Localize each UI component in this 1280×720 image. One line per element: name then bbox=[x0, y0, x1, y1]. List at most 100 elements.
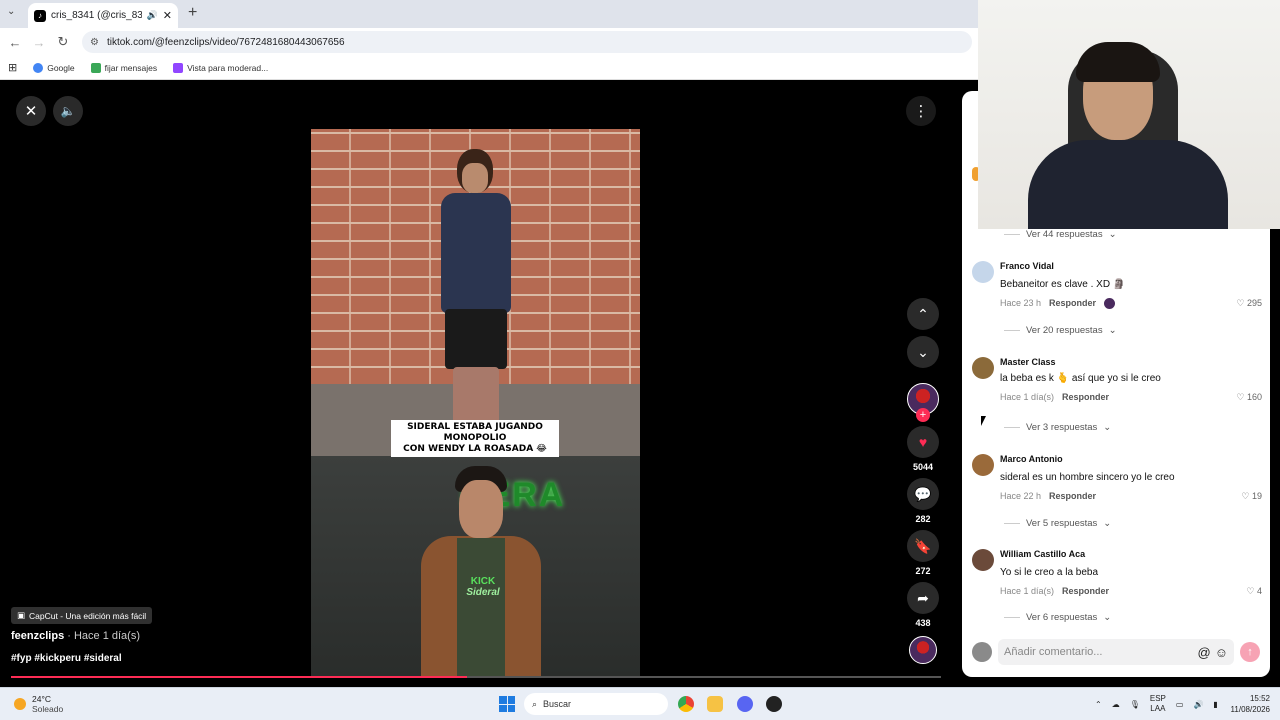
weather-widget[interactable]: 24°C Soleado bbox=[14, 694, 63, 714]
close-video-button[interactable]: ✕ bbox=[16, 96, 46, 126]
twitch-icon bbox=[173, 62, 184, 73]
bookmark-google[interactable]: Google bbox=[33, 62, 75, 73]
save-button[interactable]: 🔖 272 bbox=[906, 530, 940, 576]
like-button[interactable]: ♥ 5044 bbox=[906, 426, 940, 472]
capcut-anchor[interactable]: ▣ CapCut - Una edición más fácil bbox=[11, 607, 153, 624]
heart-outline-icon: ♡ bbox=[1236, 392, 1245, 402]
view-replies-button[interactable]: Ver 5 respuestas ⌄ bbox=[1004, 518, 1111, 529]
more-options-button[interactable]: ⋮ bbox=[906, 96, 936, 126]
app-icon[interactable] bbox=[766, 696, 782, 712]
commenter-name[interactable]: Franco Vidal bbox=[1000, 261, 1054, 271]
taskbar-search[interactable]: ⌕ Buscar bbox=[524, 693, 668, 715]
speaker-icon: 🔊 bbox=[146, 10, 158, 20]
comment-text: la beba es k 🫰 así que yo si le creo bbox=[1000, 373, 1161, 384]
heart-icon: ♥ bbox=[918, 434, 928, 450]
bookmark-fijar-mensajes[interactable]: fijar mensajes bbox=[90, 62, 157, 73]
close-icon: ✕ bbox=[24, 103, 38, 120]
windows-taskbar: 24°C Soleado ⌕ Buscar ⌃ ☁ 🎙 ESP LAA ▭ 🔊 ▮ … bbox=[0, 687, 1280, 720]
battery-icon[interactable]: ▮ bbox=[1213, 700, 1217, 709]
author-avatar-button[interactable]: + bbox=[906, 383, 940, 422]
temperature: 24°C bbox=[32, 694, 51, 704]
new-tab-button[interactable]: + bbox=[188, 4, 197, 22]
emoji-icon[interactable]: ☺ bbox=[1215, 645, 1228, 660]
shirt-text-2: Sideral bbox=[466, 587, 500, 598]
bookmark-vista-moderador[interactable]: Vista para moderad... bbox=[173, 62, 268, 73]
video-progress-bar[interactable] bbox=[11, 676, 941, 678]
taskbar-clock[interactable]: 15:52 11/08/2026 bbox=[1231, 693, 1270, 715]
prev-video-button[interactable]: ⌃ bbox=[906, 298, 940, 330]
comment-like-count: 4 bbox=[1256, 586, 1262, 596]
language-indicator[interactable]: ESP LAA bbox=[1150, 694, 1166, 714]
tray-expand-icon[interactable]: ⌃ bbox=[1095, 700, 1102, 709]
view-replies-button[interactable]: Ver 20 respuestas ⌄ bbox=[1004, 325, 1117, 336]
network-tray-icon[interactable]: ☁ bbox=[1112, 700, 1120, 709]
progress-fill bbox=[11, 676, 467, 678]
caption-line-2: CON WENDY LA ROASADA 😂 bbox=[403, 444, 547, 454]
chevron-down-icon: ⌄ bbox=[1108, 229, 1117, 240]
reply-button[interactable]: Responder bbox=[1062, 586, 1109, 596]
back-icon[interactable]: ← bbox=[3, 35, 27, 50]
comment-like-button[interactable]: ♡ 19 bbox=[1241, 491, 1262, 502]
reply-button[interactable]: Responder bbox=[1062, 392, 1109, 402]
comment-like-button[interactable]: ♡ 4 bbox=[1246, 586, 1262, 597]
webcam-overlay bbox=[978, 0, 1280, 229]
reply-button[interactable]: Responder bbox=[1049, 491, 1096, 501]
chrome-icon[interactable] bbox=[678, 696, 694, 712]
browser-tab-active[interactable]: ♪ cris_8341 (@cris_8341) | Tik 🔊 ✕ bbox=[28, 3, 178, 28]
like-count: 5044 bbox=[912, 462, 934, 472]
tab-close-icon[interactable]: ✕ bbox=[163, 9, 172, 22]
commenter-avatar[interactable] bbox=[972, 261, 994, 283]
share-button[interactable]: ➦ 438 bbox=[906, 582, 940, 628]
commenter-name[interactable]: Marco Antonio bbox=[1000, 454, 1063, 464]
comment-input[interactable]: Añadir comentario... @ ☺ bbox=[998, 639, 1234, 665]
music-disc-icon bbox=[909, 636, 937, 664]
commenter-avatar[interactable] bbox=[972, 549, 994, 571]
music-disc[interactable] bbox=[906, 636, 940, 664]
comment-time: Hace 23 h bbox=[1000, 298, 1042, 308]
sun-icon bbox=[14, 698, 26, 710]
commenter-name[interactable]: William Castillo Aca bbox=[1000, 549, 1085, 559]
view-replies-button[interactable]: Ver 44 respuestas ⌄ bbox=[1004, 229, 1117, 240]
comment-input-row: Añadir comentario... @ ☺ ↑ bbox=[972, 639, 1260, 665]
hashtags[interactable]: #fyp #kickperu #sideral bbox=[11, 653, 122, 664]
microphone-icon[interactable]: 🎙 bbox=[1130, 700, 1140, 709]
commenter-avatar[interactable] bbox=[972, 357, 994, 379]
woman-figure bbox=[421, 149, 531, 449]
speaker-icon[interactable]: 🔊 bbox=[1193, 700, 1203, 709]
site-info-icon[interactable]: ⚙ bbox=[90, 37, 99, 48]
follow-plus-icon[interactable]: + bbox=[916, 408, 930, 422]
mouse-cursor bbox=[981, 416, 991, 426]
commenter-avatar[interactable] bbox=[972, 454, 994, 476]
streamer-body bbox=[1028, 140, 1228, 229]
commenter-name[interactable]: Master Class bbox=[1000, 357, 1056, 367]
comment-like-button[interactable]: ♡ 160 bbox=[1236, 392, 1262, 403]
discord-icon[interactable] bbox=[737, 696, 753, 712]
comment-like-button[interactable]: ♡ 295 bbox=[1236, 298, 1262, 309]
next-video-button[interactable]: ⌄ bbox=[906, 336, 940, 368]
view-replies-label: Ver 5 respuestas bbox=[1026, 518, 1098, 529]
file-explorer-icon[interactable] bbox=[707, 696, 723, 712]
video-player[interactable]: SIDERAL ESTABA JUGANDO MONOPOLIO CON WEN… bbox=[311, 129, 640, 676]
chat-icon bbox=[90, 62, 101, 73]
mention-icon[interactable]: @ bbox=[1198, 645, 1211, 660]
url-field[interactable]: ⚙ tiktok.com/@feenzclips/video/767248168… bbox=[82, 31, 972, 53]
tab-search-icon[interactable]: ⌄ bbox=[7, 6, 15, 17]
author-name[interactable]: feenzclips bbox=[11, 630, 64, 642]
system-tray: ⌃ ☁ 🎙 ESP LAA ▭ 🔊 ▮ bbox=[1095, 694, 1218, 714]
mute-button[interactable]: 🔈 bbox=[53, 96, 83, 126]
tab-title: cris_8341 (@cris_8341) | Tik bbox=[51, 10, 142, 21]
reload-icon[interactable]: ↻ bbox=[51, 34, 75, 50]
comment-button[interactable]: 💬 282 bbox=[906, 478, 940, 524]
reply-button[interactable]: Responder bbox=[1049, 298, 1096, 309]
lang-code: ESP bbox=[1149, 694, 1166, 703]
my-avatar bbox=[972, 642, 992, 662]
apps-grid-icon[interactable]: ⊞ bbox=[8, 61, 17, 74]
display-icon[interactable]: ▭ bbox=[1176, 700, 1184, 709]
heart-outline-icon: ♡ bbox=[1241, 491, 1250, 501]
view-replies-button[interactable]: Ver 3 respuestas ⌄ bbox=[1004, 422, 1111, 433]
search-icon: ⌕ bbox=[532, 698, 538, 709]
view-replies-button[interactable]: Ver 6 respuestas ⌄ bbox=[1004, 612, 1111, 623]
forward-icon[interactable]: → bbox=[27, 35, 51, 50]
send-button[interactable]: ↑ bbox=[1240, 642, 1260, 662]
windows-start-icon[interactable] bbox=[499, 696, 515, 712]
